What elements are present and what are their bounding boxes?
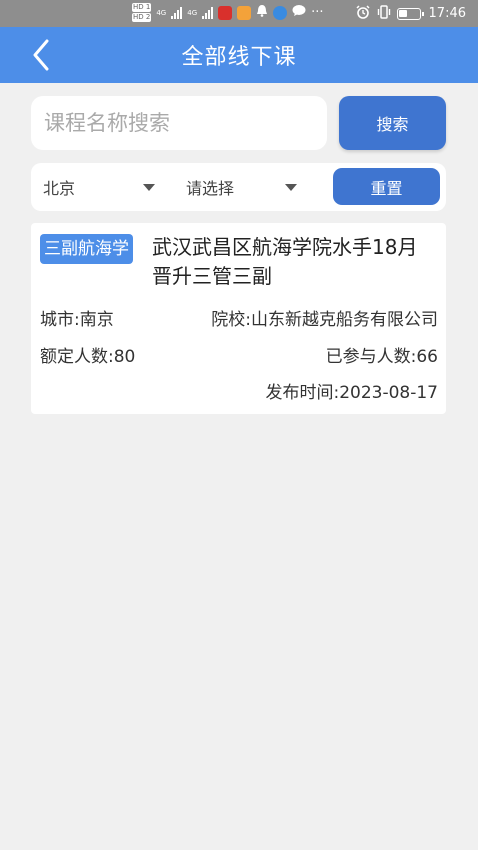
course-card[interactable]: 三副航海学 武汉武昌区航海学院水手18月晋升三管三副 城市:南京 院校:山东新越… [31, 223, 446, 414]
school-select-value: 请选择 [186, 179, 235, 198]
battery-icon [396, 7, 424, 20]
school-select[interactable]: 请选择 [186, 163, 306, 211]
vibrate-icon [377, 4, 391, 23]
signal-icon-1 [171, 6, 183, 19]
caret-down-icon [285, 184, 297, 191]
course-quota: 额定人数:80 [40, 347, 136, 367]
back-button[interactable] [26, 39, 56, 71]
signal-icon-2 [202, 6, 214, 19]
chat-icon [292, 4, 306, 21]
browser-icon [273, 5, 288, 20]
course-search-input[interactable] [31, 96, 327, 150]
search-button[interactable]: 搜索 [339, 96, 446, 150]
caret-down-icon [143, 184, 155, 191]
hd2-badge: HD 2 [132, 13, 152, 22]
filter-bar: 北京 请选择 重置 [31, 163, 446, 211]
app-notification-icon-red [218, 5, 233, 20]
hd1-badge: HD 1 [132, 3, 152, 12]
course-title: 武汉武昌区航海学院水手18月晋升三管三副 [152, 235, 418, 288]
status-bar: HD 1 HD 2 4G 4G ··· 17:46 [0, 0, 478, 27]
city-select-value: 北京 [43, 179, 76, 198]
status-time: 17:46 [428, 6, 466, 21]
network-type-2: 4G [187, 8, 198, 17]
course-publish-time: 发布时间:2023-08-17 [265, 383, 438, 403]
course-category-tag: 三副航海学 [40, 234, 133, 264]
network-type-1: 4G [156, 8, 167, 17]
course-joined-count: 已参与人数:66 [325, 347, 438, 367]
chevron-left-icon [33, 39, 49, 71]
status-left-icons: HD 1 HD 2 4G 4G ··· [132, 3, 324, 22]
page-title: 全部线下课 [181, 45, 297, 70]
course-school: 院校:山东新越克船务有限公司 [211, 310, 438, 330]
weibo-icon [237, 5, 252, 20]
app-header: 全部线下课 [0, 27, 478, 83]
alarm-icon [356, 4, 370, 23]
more-notifications-icon: ··· [311, 5, 324, 20]
bell-icon [256, 4, 268, 21]
city-select[interactable]: 北京 [43, 163, 163, 211]
course-city: 城市:南京 [40, 310, 114, 330]
reset-button[interactable]: 重置 [333, 168, 440, 205]
